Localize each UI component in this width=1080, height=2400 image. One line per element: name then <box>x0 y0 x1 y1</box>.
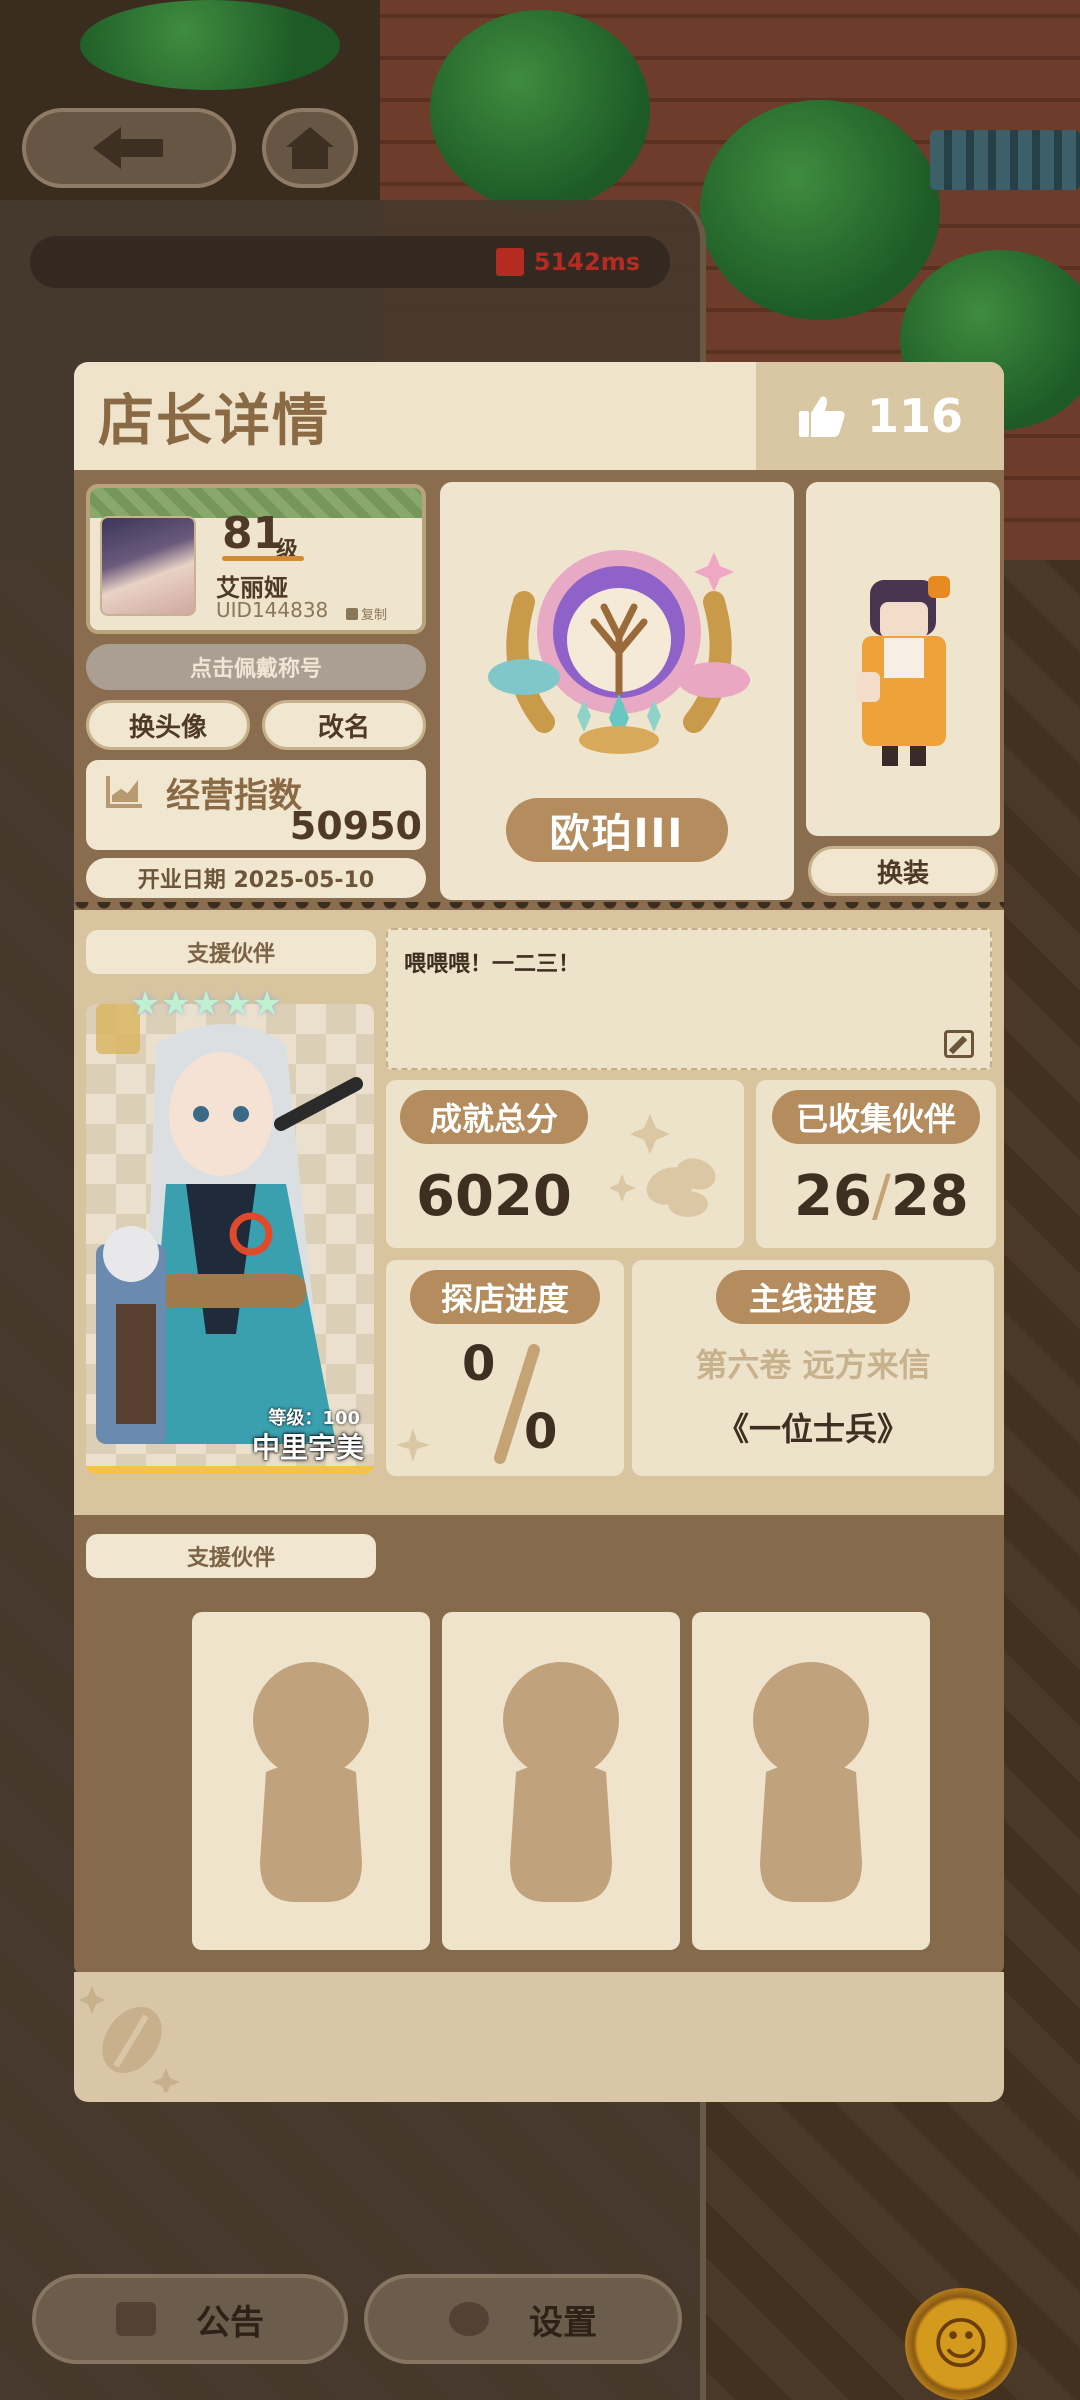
settings-button[interactable]: 设置 <box>364 2274 682 2364</box>
partner-slot-1[interactable] <box>192 1612 430 1950</box>
business-index: 经营指数 50950 <box>86 760 426 850</box>
back-arrow-icon <box>93 127 163 169</box>
divider <box>74 902 1004 918</box>
collected-label: 已收集伙伴 <box>772 1090 980 1144</box>
profile-tile: 81 级 艾丽娅 UID144838 复制 <box>86 484 426 634</box>
achievement-score-box: 成就总分 6020 <box>386 1080 744 1248</box>
notice-label: 公告 <box>196 2302 264 2343</box>
emote-button[interactable]: ☺ <box>905 2288 1017 2400</box>
rename-button[interactable]: 改名 <box>262 700 426 750</box>
player-level: 81 <box>222 508 284 559</box>
story-label: 主线进度 <box>716 1270 910 1324</box>
settings-label: 设置 <box>529 2302 597 2343</box>
level-underline <box>222 556 304 561</box>
smiley-icon: ☺ <box>931 2311 991 2377</box>
empty-slot-icon <box>753 1662 869 1902</box>
signal-icon <box>495 248 524 276</box>
edit-icon[interactable] <box>944 1030 974 1058</box>
shop-awning <box>930 130 1080 190</box>
copy-uid-button[interactable]: 复制 <box>346 604 387 623</box>
collected-total: 28 <box>890 1164 969 1229</box>
rank-label: 欧珀III <box>506 798 728 862</box>
story-episode: 《一位士兵》 <box>716 1410 909 1448</box>
player-uid: UID144838 <box>216 598 329 622</box>
home-icon <box>286 127 334 169</box>
equip-title-button[interactable]: 点击佩戴称号 <box>86 644 426 690</box>
achievement-value: 6020 <box>416 1164 572 1229</box>
partner-stars: ★★★★★ <box>130 984 282 1024</box>
page-title: 店长详情 <box>98 389 330 454</box>
collected-separator: / <box>871 1164 891 1229</box>
chart-icon <box>106 776 142 808</box>
explore-label: 探店进度 <box>410 1270 600 1324</box>
home-button[interactable] <box>262 108 358 188</box>
card-footer <box>74 1972 1004 2102</box>
gear-icon <box>449 2302 489 2336</box>
partner-slot-2[interactable] <box>442 1612 680 1950</box>
change-outfit-button[interactable]: 换装 <box>808 846 998 896</box>
open-date: 开业日期 2025-05-10 <box>86 858 426 898</box>
explore-total: 0 <box>524 1404 558 1460</box>
like-button[interactable]: 116 <box>756 362 1004 470</box>
change-avatar-button[interactable]: 换头像 <box>86 700 250 750</box>
profile-card-header: 店长详情 116 <box>74 362 1004 470</box>
collected-have: 26 <box>794 1164 872 1229</box>
avatar[interactable] <box>100 516 196 616</box>
back-button[interactable] <box>22 108 236 188</box>
ping-value: 5142ms <box>533 248 640 276</box>
tree <box>80 0 340 90</box>
story-progress-box[interactable]: 主线进度 第六卷 远方来信 《一位士兵》 <box>632 1260 994 1476</box>
support-partner-label: 支援伙伴 <box>86 930 376 974</box>
star-rating: ★★★★★ <box>130 984 283 1024</box>
achievement-label: 成就总分 <box>400 1090 588 1144</box>
business-index-label: 经营指数 <box>166 776 302 816</box>
partner-progress-bar <box>86 1466 374 1474</box>
empty-slot-icon <box>503 1662 619 1902</box>
outfit-preview <box>806 482 1000 836</box>
story-chapter: 第六卷 远方来信 <box>695 1346 931 1384</box>
coffee-bean-icon <box>610 1114 716 1217</box>
briefcase-icon <box>116 2302 156 2336</box>
sparkle-icon <box>396 1428 430 1462</box>
like-count: 116 <box>866 389 964 443</box>
tree <box>700 100 940 320</box>
explore-progress-box: 探店进度 0 0 <box>386 1260 624 1476</box>
support-partner-card[interactable]: 等级：100 中里宇美 <box>86 1004 374 1474</box>
team-label: 支援伙伴 <box>86 1534 376 1578</box>
character-sprite <box>856 576 950 766</box>
network-status: 5142ms <box>30 236 670 288</box>
rank-badge-panel[interactable]: 欧珀III <box>440 482 794 900</box>
partner-slot-3[interactable] <box>692 1612 930 1950</box>
partner-name: 中里宇美 <box>251 1431 364 1464</box>
thumbs-up-icon <box>798 396 845 437</box>
business-index-value: 50950 <box>289 804 422 848</box>
rank-emblem-icon <box>488 550 750 754</box>
signature-message-box[interactable]: 喂喂喂！一二三！ <box>386 928 992 1070</box>
signature-message: 喂喂喂！一二三！ <box>404 952 581 977</box>
notice-button[interactable]: 公告 <box>32 2274 348 2364</box>
coffee-bean-icon <box>80 1986 180 2092</box>
collected-partners-box: 已收集伙伴 26/28 <box>756 1080 996 1248</box>
empty-slot-icon <box>253 1662 369 1902</box>
tree <box>430 10 650 210</box>
